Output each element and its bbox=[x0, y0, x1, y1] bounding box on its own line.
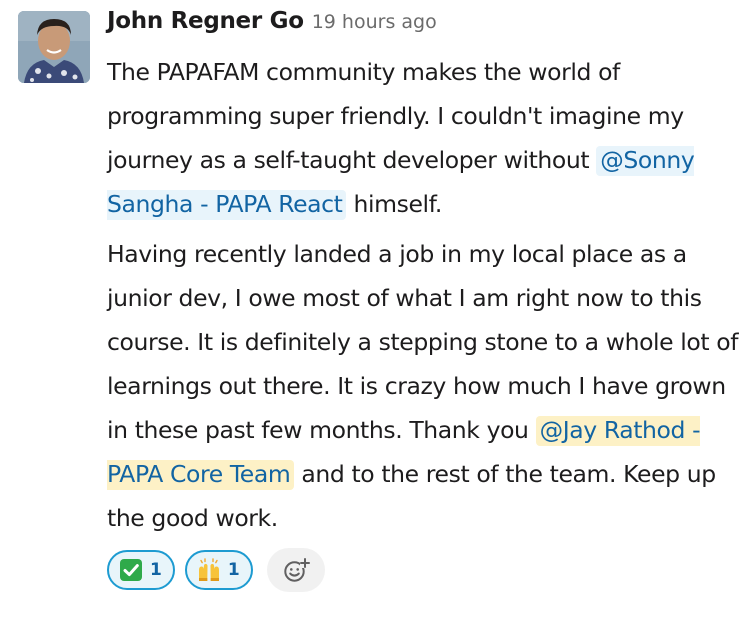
timestamp[interactable]: 19 hours ago bbox=[312, 11, 437, 33]
white-check-mark-icon bbox=[118, 557, 144, 583]
avatar-image bbox=[18, 11, 90, 83]
message-paragraph-1: The PAPAFAM community makes the world of… bbox=[107, 50, 747, 226]
avatar[interactable] bbox=[18, 11, 90, 83]
add-reaction-icon bbox=[283, 558, 310, 582]
reaction-raised-hands[interactable]: 1 bbox=[184, 550, 253, 590]
message-header: John Regner Go 19 hours ago bbox=[107, 8, 747, 46]
message-content: John Regner Go 19 hours ago The PAPAFAM c… bbox=[107, 8, 747, 592]
reaction-count: 1 bbox=[227, 560, 240, 580]
reactions-bar: 1 1 bbox=[107, 548, 747, 592]
reaction-count: 1 bbox=[150, 560, 162, 580]
author-name[interactable]: John Regner Go bbox=[107, 8, 304, 34]
reaction-white-check-mark[interactable]: 1 bbox=[107, 550, 175, 590]
paragraph-1-text-b: himself. bbox=[346, 190, 443, 218]
raised-hands-icon bbox=[196, 557, 222, 583]
add-reaction-button[interactable] bbox=[266, 548, 325, 592]
paragraph-2-text-a: Having recently landed a job in my local… bbox=[107, 240, 739, 444]
message-paragraph-2: Having recently landed a job in my local… bbox=[107, 232, 747, 540]
